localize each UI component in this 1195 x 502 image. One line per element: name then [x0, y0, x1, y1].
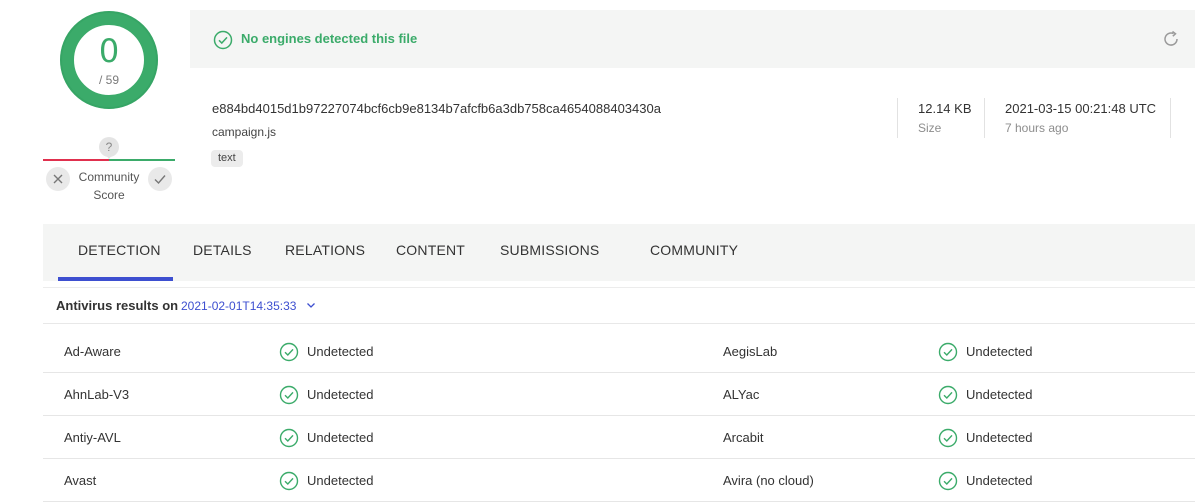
file-hash[interactable]: e884bd4015d1b97227074bcf6cb9e8134b7afcfb… [212, 101, 661, 116]
table-row: Avast Undetected Avira (no cloud) Undete… [43, 459, 1195, 502]
tab-details[interactable]: DETAILS [193, 242, 252, 258]
engine-result: Undetected [307, 344, 374, 359]
close-icon [53, 174, 63, 184]
table-row: Antiy-AVL Undetected Arcabit Undetected [43, 416, 1195, 459]
engine-result: Undetected [307, 473, 374, 488]
results-header: Antivirus results on 2021-02-01T14:35:33 [43, 287, 1195, 324]
engine-result: Undetected [966, 344, 1033, 359]
engine-name: ALYac [723, 387, 760, 402]
vote-harmless-button[interactable] [148, 167, 172, 191]
engine-name: AhnLab-V3 [64, 387, 130, 402]
engine-result: Undetected [966, 473, 1033, 488]
table-row: Ad-Aware Undetected AegisLab Undetected [43, 330, 1195, 373]
community-good-bar [109, 159, 175, 161]
check-circle-icon [279, 471, 299, 491]
file-name: campaign.js [212, 125, 277, 139]
tab-community[interactable]: COMMUNITY [650, 242, 738, 258]
detection-score-donut: 0 / 59 [59, 10, 159, 110]
results-title: Antivirus results on [56, 298, 179, 313]
engine-name: Avast [64, 473, 97, 488]
status-banner: No engines detected this file [190, 10, 1195, 68]
file-type-tag[interactable]: text [211, 150, 243, 167]
engine-name: Antiy-AVL [64, 430, 121, 445]
check-circle-icon [279, 428, 299, 448]
engine-name: Ad-Aware [64, 344, 121, 359]
analysis-date-value: 2021-03-15 00:21:48 UTC [1005, 101, 1157, 116]
tab-submissions[interactable]: SUBMISSIONS [500, 242, 599, 258]
tab-content[interactable]: CONTENT [396, 242, 465, 258]
table-row: AhnLab-V3 Undetected ALYac Undetected [43, 373, 1195, 416]
divider [897, 98, 898, 138]
check-circle-icon [938, 342, 958, 362]
check-circle-icon [938, 428, 958, 448]
divider [1170, 98, 1171, 138]
tab-relations[interactable]: RELATIONS [285, 242, 365, 258]
tab-detection[interactable]: DETECTION [78, 242, 161, 258]
community-bad-bar [43, 159, 109, 161]
engine-name: Avira (no cloud) [723, 473, 814, 488]
results-date-selector[interactable]: 2021-02-01T14:35:33 [181, 299, 296, 313]
file-size-value: 12.14 KB [918, 101, 972, 116]
check-circle-icon [938, 385, 958, 405]
status-text: No engines detected this file [241, 31, 418, 46]
engine-result: Undetected [307, 430, 374, 445]
engine-name: Arcabit [723, 430, 764, 445]
divider [984, 98, 985, 138]
file-size-label: Size [918, 121, 942, 135]
engine-name: AegisLab [723, 344, 778, 359]
chevron-down-icon[interactable] [305, 299, 317, 311]
vote-malicious-button[interactable] [46, 167, 70, 191]
analysis-date-relative: 7 hours ago [1005, 121, 1069, 135]
engine-result: Undetected [966, 430, 1033, 445]
check-circle-icon [279, 342, 299, 362]
check-circle-icon [938, 471, 958, 491]
active-tab-indicator [58, 277, 173, 281]
engine-total: / 59 [98, 73, 119, 87]
community-score-label: Community Score [78, 170, 140, 202]
detection-count: 0 [98, 32, 120, 70]
check-circle-icon [279, 385, 299, 405]
engine-result: Undetected [307, 387, 374, 402]
reload-icon[interactable] [1161, 29, 1181, 49]
check-icon [154, 175, 166, 185]
tab-bar: DETECTION DETAILS RELATIONS CONTENT SUBM… [43, 224, 1195, 281]
check-circle-icon [213, 30, 233, 50]
engine-result: Undetected [966, 387, 1033, 402]
